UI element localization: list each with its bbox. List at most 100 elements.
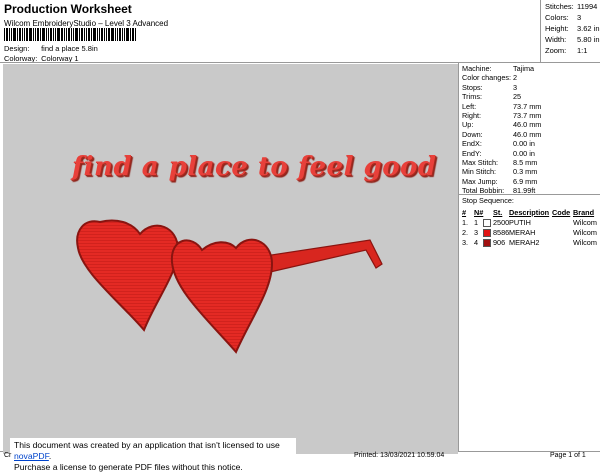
col-num: # (462, 208, 467, 217)
design-label: Design: (4, 44, 30, 53)
barcode-bar (17, 28, 18, 41)
embroidery-text: find a place to feel good (72, 152, 437, 182)
barcode-bar (132, 28, 134, 41)
machine-info-row: Max Stitch: 8.5 mm (462, 158, 538, 167)
stats-zoom: Zoom: 1:1 (545, 46, 588, 55)
barcode-bar (135, 28, 136, 41)
thread-color-swatch (483, 219, 491, 227)
stop-sequence-panel: Stop Sequence: # N# St. Description Code… (460, 196, 600, 256)
barcode-bar (37, 28, 39, 41)
barcode-bar (6, 28, 8, 41)
barcode-bar (122, 28, 123, 41)
machine-info-row: Right: 73.7 mm (462, 111, 542, 120)
header-divider (0, 62, 600, 63)
barcode-bar (50, 28, 52, 41)
barcode-bar (13, 28, 16, 41)
design-row: Design: find a place 5.8in (4, 44, 98, 53)
stop-cell-brand: Wilcom (573, 218, 597, 227)
barcode-bar (64, 28, 65, 41)
barcode-bar (26, 28, 28, 41)
barcode-bar (130, 28, 131, 41)
machine-info-row: Total Bobbin: 81.99ft (462, 186, 536, 196)
stop-cell-desc: MERAH2 (509, 238, 540, 247)
stop-cell-brand: Wilcom (573, 228, 597, 237)
footer-printed: Printed: 13/03/2021 10.59.04 (354, 452, 445, 459)
barcode-bar (108, 28, 110, 41)
machine-info-panel: Machine: Tajima Color changes: 2 Stops: 3 Trim… (460, 64, 600, 196)
col-description: Description (509, 208, 550, 217)
barcode-bar (61, 28, 63, 41)
barcode-bar (22, 28, 23, 41)
stats-height: Height: 3.62 in (545, 24, 600, 33)
col-brand: Brand (573, 208, 595, 217)
machine-info-row: Stops: 3 (462, 82, 518, 92)
barcode-bar (99, 28, 100, 41)
barcode-bar (101, 28, 103, 41)
machine-info-row: Up: 46.0 mm (462, 120, 542, 130)
stats-width: Width: 5.80 in (545, 35, 600, 44)
machine-info-row: Machine: Tajima (462, 64, 535, 73)
barcode-bar (93, 28, 96, 41)
barcode-bar (57, 28, 60, 41)
design-value: find a place 5.8in (41, 44, 98, 53)
machine-info-row: Min Stitch: 0.3 mm (462, 167, 538, 177)
barcode-bar (126, 28, 129, 41)
barcode-bar (68, 28, 70, 41)
stats-box: Stitches: 11994 Colors: 3 Height: 3.62 in W… (540, 0, 600, 62)
barcode-bar (35, 28, 36, 41)
barcode-bar (73, 28, 74, 41)
col-n: N# (474, 208, 484, 217)
barcode-bar (19, 28, 21, 41)
barcode-bar (46, 28, 47, 41)
col-code: Code (552, 208, 571, 217)
license-notice: This document was created by an applicat… (10, 438, 296, 472)
stop-cell-st: 8586 (493, 228, 510, 237)
heart-sunglasses-graphic (76, 219, 383, 354)
stop-sequence-title: Stop Sequence: (462, 196, 514, 205)
machine-info-row: Trims: 25 (462, 92, 522, 102)
barcode-bar (97, 28, 98, 41)
thread-color-swatch (483, 239, 491, 247)
stats-stitches: Stitches: 11994 (545, 2, 598, 11)
machine-info-row: Max Jump: 6.9 mm (462, 176, 538, 186)
stop-cell-n: 3 (474, 228, 479, 237)
machine-info-row: EndY: 0.00 in (462, 148, 535, 158)
software-subtitle: Wilcom EmbroideryStudio – Level 3 Advanc… (4, 19, 169, 28)
stop-cell-n: 1 (474, 218, 479, 227)
barcode-bar (40, 28, 41, 41)
barcode-bar (117, 28, 118, 41)
barcode-bar (124, 28, 125, 41)
barcode-bar (111, 28, 114, 41)
barcode-bar (91, 28, 92, 41)
thread-color-swatch (483, 229, 491, 237)
left-heart-lens (76, 219, 180, 332)
stop-cell-num: 3. (462, 238, 469, 247)
machine-info-row: EndX: 0.00 in (462, 139, 535, 149)
machine-info-row: Down: 46.0 mm (462, 129, 542, 139)
footer-page: Page 1 of 1 (550, 452, 586, 459)
stop-cell-n: 4 (474, 238, 479, 247)
barcode-bar (53, 28, 54, 41)
barcode (4, 28, 156, 41)
barcode-bar (66, 28, 67, 41)
novapdf-link[interactable]: novaPDF (14, 451, 49, 461)
barcode-bar (79, 28, 80, 41)
stop-cell-desc: PUTIH (509, 218, 531, 227)
barcode-bar (75, 28, 78, 41)
footer-left: Cr (4, 452, 12, 459)
stop-cell-st: 2500 (493, 218, 510, 227)
stats-colors: Colors: 3 (545, 13, 582, 22)
barcode-bar (71, 28, 72, 41)
stop-cell-brand: Wilcom (573, 238, 597, 247)
barcode-bar (11, 28, 12, 41)
barcode-bar (24, 28, 25, 41)
right-heart-lens (170, 238, 274, 354)
side-divider (458, 62, 459, 452)
stop-cell-st: 906 (493, 238, 506, 247)
stop-cell-desc: MERAH (509, 228, 536, 237)
barcode-bar (33, 28, 34, 41)
barcode-bar (29, 28, 32, 41)
barcode-bar (42, 28, 45, 41)
barcode-bar (55, 28, 56, 41)
barcode-bar (106, 28, 107, 41)
